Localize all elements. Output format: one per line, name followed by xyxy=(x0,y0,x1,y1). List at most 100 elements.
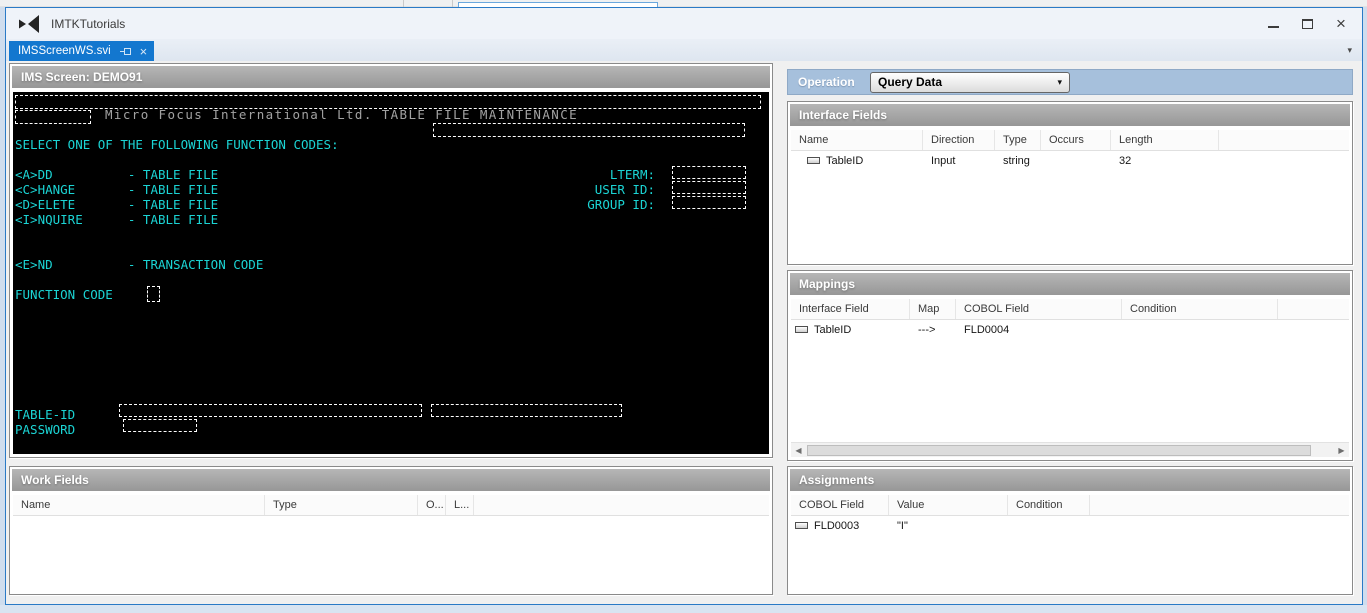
password-field[interactable] xyxy=(123,419,197,432)
screen-field-right[interactable] xyxy=(433,123,745,137)
terminal-line-password: PASSWORD xyxy=(15,422,76,437)
interface-fields-panel: Interface Fields Name Direction Type Occurs… xyxy=(787,101,1353,265)
column-header[interactable]: Condition xyxy=(1008,495,1090,515)
column-header-filler xyxy=(474,495,769,515)
visual-studio-logo-icon xyxy=(19,14,39,33)
terminal-heading: Micro Focus International Ltd. TABLE FIL… xyxy=(105,107,579,122)
screen-field-left-small[interactable] xyxy=(15,110,91,124)
scroll-left-icon[interactable]: ◀ xyxy=(791,443,806,458)
terminal-line-change: <C>HANGE - TABLE FILE xyxy=(15,182,219,197)
scrollbar-thumb[interactable] xyxy=(807,445,1311,456)
column-header[interactable]: Direction xyxy=(923,130,995,150)
column-header[interactable]: Type xyxy=(995,130,1041,150)
column-header[interactable]: O... xyxy=(418,495,446,515)
table-cell: 32 xyxy=(1119,155,1132,167)
assignments-panel-title: Assignments xyxy=(790,469,1350,491)
column-header-filler xyxy=(1278,299,1349,319)
column-header[interactable]: Name xyxy=(791,130,923,150)
table-cell: TableID xyxy=(791,320,910,340)
assignments-panel: Assignments COBOL Field Value Condition FLD… xyxy=(787,466,1353,595)
interface-fields-table: Name Direction Type Occurs Length TableID Inpu… xyxy=(791,130,1349,261)
column-header[interactable]: Map xyxy=(910,299,956,319)
user-id-label: USER ID: xyxy=(594,182,655,197)
group-id-field[interactable] xyxy=(672,196,746,209)
ims-screen-panel-title: IMS Screen: DEMO91 xyxy=(12,66,770,88)
table-cell: "I" xyxy=(897,520,908,532)
column-header[interactable]: COBOL Field xyxy=(791,495,889,515)
work-fields-panel-title: Work Fields xyxy=(12,469,770,491)
field-icon xyxy=(795,522,808,529)
minimize-button[interactable] xyxy=(1256,12,1290,36)
function-code-field[interactable] xyxy=(147,286,160,302)
scroll-right-icon[interactable]: ▶ xyxy=(1334,443,1349,458)
column-header[interactable]: L... xyxy=(446,495,474,515)
terminal-line-add: <A>DD - TABLE FILE xyxy=(15,167,219,182)
table-cell: string xyxy=(1003,155,1030,167)
table-header-row: Interface Field Map COBOL Field Condition xyxy=(791,299,1349,320)
field-icon xyxy=(795,326,808,333)
terminal-line-select: SELECT ONE OF THE FOLLOWING FUNCTION COD… xyxy=(15,137,339,152)
sliver-divider xyxy=(452,0,453,7)
group-id-label: GROUP ID: xyxy=(587,197,655,212)
lterm-field[interactable] xyxy=(672,166,746,179)
table-row[interactable]: TableID ---> FLD0004 xyxy=(791,320,1349,340)
table-header-row: Name Direction Type Occurs Length xyxy=(791,130,1349,151)
close-button[interactable]: × xyxy=(1324,12,1358,36)
operation-label: Operation xyxy=(798,75,855,89)
table-cell: FLD0003 xyxy=(791,516,889,536)
pin-icon[interactable] xyxy=(119,47,132,56)
document-tab-strip: IMSScreenWS.svi × ▾ xyxy=(6,39,1362,61)
app-window: IMTKTutorials × IMSScreenWS.svi × ▾ IMS … xyxy=(5,7,1363,605)
interface-fields-panel-title: Interface Fields xyxy=(790,104,1350,126)
table-id-field[interactable] xyxy=(119,404,422,417)
terminal-line-delete: <D>ELETE - TABLE FILE xyxy=(15,197,219,212)
column-header[interactable]: Value xyxy=(889,495,1008,515)
table-cell: FLD0004 xyxy=(964,324,1010,336)
table-row[interactable]: FLD0003 "I" xyxy=(791,516,1349,536)
user-id-field[interactable] xyxy=(672,181,746,194)
mappings-panel-title: Mappings xyxy=(790,273,1350,295)
table-id-field-2[interactable] xyxy=(431,404,622,417)
column-header[interactable]: Length xyxy=(1111,130,1219,150)
ims-terminal-screen: Micro Focus International Ltd. TABLE FIL… xyxy=(13,92,769,454)
terminal-line-inquire: <I>NQUIRE - TABLE FILE xyxy=(15,212,219,227)
terminal-line-table-id: TABLE-ID xyxy=(15,407,76,422)
table-header-row: COBOL Field Value Condition xyxy=(791,495,1349,516)
chevron-down-icon: ▾ xyxy=(1057,76,1062,87)
maximize-icon xyxy=(1301,18,1313,29)
horizontal-scrollbar[interactable]: ◀ ▶ xyxy=(791,442,1349,457)
column-header[interactable]: Condition xyxy=(1122,299,1278,319)
work-fields-table: Name Type O... L... xyxy=(13,495,769,591)
column-header[interactable]: Interface Field xyxy=(791,299,910,319)
operation-combobox[interactable]: Query Data ▾ xyxy=(870,71,1070,93)
operation-combobox-value: Query Data xyxy=(878,75,943,89)
assignments-table: COBOL Field Value Condition FLD0003 "I" xyxy=(791,495,1349,591)
maximize-button[interactable] xyxy=(1290,12,1324,36)
lterm-label: LTERM: xyxy=(609,167,655,182)
column-header[interactable]: Occurs xyxy=(1041,130,1111,150)
sliver-divider xyxy=(403,0,404,7)
tab-close-icon[interactable]: × xyxy=(140,45,148,58)
column-header[interactable]: Name xyxy=(13,495,265,515)
column-header[interactable]: Type xyxy=(265,495,418,515)
column-header-filler xyxy=(1219,130,1349,150)
table-cell: Input xyxy=(931,155,956,167)
screen-field-top[interactable] xyxy=(15,95,761,109)
document-well-dropdown-icon[interactable]: ▾ xyxy=(1347,45,1352,56)
background-desktop-strip xyxy=(0,605,1367,613)
work-fields-panel: Work Fields Name Type O... L... xyxy=(9,466,773,595)
table-cell: ---> xyxy=(918,324,936,336)
tab-imsscreenws[interactable]: IMSScreenWS.svi × xyxy=(9,41,155,61)
vertical-splitter[interactable] xyxy=(773,63,787,595)
column-header[interactable]: COBOL Field xyxy=(956,299,1122,319)
mappings-table: Interface Field Map COBOL Field Condition Ta… xyxy=(791,299,1349,442)
terminal-line-end: <E>ND - TRANSACTION CODE xyxy=(15,257,264,272)
window-controls: × xyxy=(1256,12,1358,36)
column-header-filler xyxy=(1090,495,1349,515)
close-icon: × xyxy=(1336,14,1346,33)
mappings-panel: Mappings Interface Field Map COBOL Field Co… xyxy=(787,270,1353,461)
table-header-row: Name Type O... L... xyxy=(13,495,769,516)
table-row[interactable]: TableID Input string 32 xyxy=(791,151,1349,171)
tab-label: IMSScreenWS.svi xyxy=(18,45,111,57)
field-icon xyxy=(807,157,820,164)
